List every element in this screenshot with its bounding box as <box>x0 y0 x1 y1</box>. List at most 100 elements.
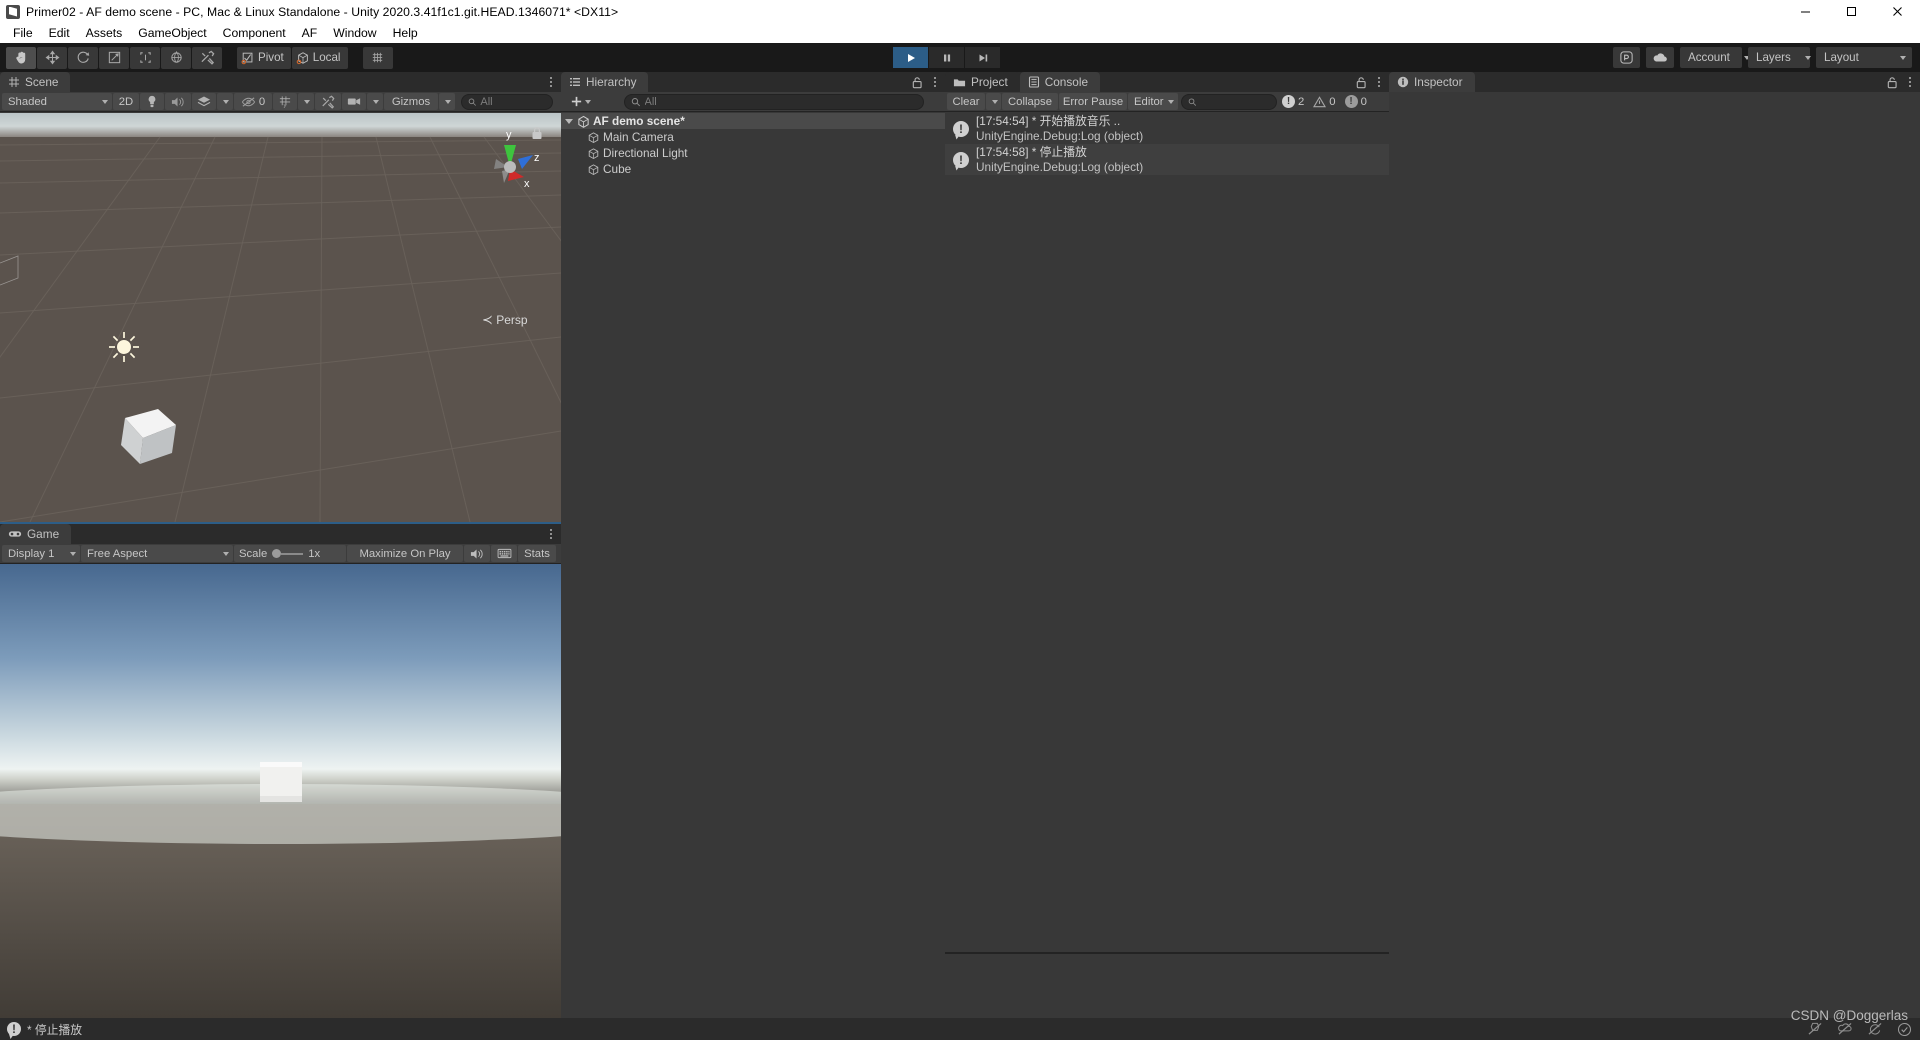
menu-component[interactable]: Component <box>215 24 294 42</box>
scale-slider-handle[interactable] <box>272 549 282 558</box>
mute-audio-button[interactable] <box>464 545 490 562</box>
hierarchy-search-input[interactable] <box>624 93 924 110</box>
check-circle-icon[interactable] <box>1897 1022 1912 1037</box>
auto-refresh-off-icon[interactable] <box>1867 1022 1883 1036</box>
menu-edit[interactable]: Edit <box>41 24 78 42</box>
hierarchy-panel-menu-button[interactable] <box>929 77 941 87</box>
hierarchy-item-directional-light[interactable]: Directional Light <box>561 145 945 161</box>
aspect-dropdown[interactable]: Free Aspect <box>81 545 233 562</box>
scene-grid-button[interactable]: y <box>273 93 297 110</box>
gizmo-lock-icon[interactable] <box>530 126 544 141</box>
hierarchy-scene-row[interactable]: AF demo scene* <box>561 113 945 129</box>
console-entries-list[interactable]: [17:54:54] * 开始播放音乐 .. UnityEngine.Debug… <box>945 113 1389 1026</box>
tab-project[interactable]: Project <box>945 72 1020 92</box>
projection-label[interactable]: ≺ Persp <box>482 312 528 328</box>
menu-af[interactable]: AF <box>294 24 326 42</box>
scene-lighting-button[interactable] <box>140 93 164 110</box>
menu-assets[interactable]: Assets <box>78 24 131 42</box>
console-entry[interactable]: [17:54:58] * 停止播放 UnityEngine.Debug:Log … <box>945 144 1389 175</box>
transform-tool-button[interactable] <box>161 46 191 69</box>
console-editor-dropdown[interactable]: Editor <box>1128 93 1178 110</box>
hierarchy-item-main-camera[interactable]: Main Camera <box>561 129 945 145</box>
gizmos-dropdown[interactable] <box>439 93 455 110</box>
stats-button[interactable]: Stats <box>518 545 556 562</box>
console-error-pause-button[interactable]: Error Pause <box>1059 93 1127 110</box>
auto-generate-lighting-off-icon[interactable] <box>1807 1022 1823 1036</box>
pause-button[interactable] <box>929 47 964 68</box>
hierarchy-add-button[interactable] <box>563 93 597 110</box>
tab-hierarchy[interactable]: Hierarchy <box>561 72 649 92</box>
menu-window[interactable]: Window <box>325 24 384 42</box>
step-button[interactable] <box>965 47 1000 68</box>
account-dropdown[interactable]: Account <box>1680 47 1750 68</box>
tab-game[interactable]: Game <box>0 524 72 544</box>
toggle-2d-button[interactable]: 2D <box>113 93 139 110</box>
status-bar[interactable]: * 停止播放 <box>0 1018 1920 1040</box>
scene-fx-button[interactable] <box>192 93 216 110</box>
scale-slider[interactable]: Scale 1x <box>234 545 346 562</box>
console-error-counter[interactable]: ! 2 <box>1278 93 1308 110</box>
play-button[interactable] <box>893 47 928 68</box>
tab-console[interactable]: Console <box>1019 72 1101 92</box>
console-warning-counter[interactable]: 0 <box>1309 93 1339 110</box>
display-dropdown[interactable]: Display 1 <box>2 545 80 562</box>
console-entry[interactable]: [17:54:54] * 开始播放音乐 .. UnityEngine.Debug… <box>945 113 1389 144</box>
inspector-panel-menu-button[interactable] <box>1904 77 1916 87</box>
scene-camera-dropdown[interactable] <box>367 93 383 110</box>
gizmos-button[interactable]: Gizmos <box>384 93 438 110</box>
maximize-on-play-button[interactable]: Maximize On Play <box>347 545 463 562</box>
game-gizmos-button[interactable] <box>491 545 517 562</box>
minimize-button[interactable] <box>1782 0 1828 23</box>
scene-fx-dropdown[interactable] <box>217 93 233 110</box>
game-panel-menu-button[interactable] <box>545 529 557 539</box>
scene-audio-button[interactable] <box>165 93 191 110</box>
lock-icon[interactable] <box>1886 76 1898 89</box>
lock-icon[interactable] <box>911 76 923 89</box>
collab-button[interactable] <box>1613 47 1640 68</box>
tab-inspector[interactable]: Inspector <box>1389 72 1475 92</box>
draw-mode-dropdown[interactable]: Shaded <box>2 93 112 110</box>
scene-panel-menu-button[interactable] <box>545 77 557 87</box>
close-button[interactable] <box>1874 0 1920 23</box>
hierarchy-item-cube[interactable]: Cube <box>561 161 945 177</box>
menu-gameobject[interactable]: GameObject <box>130 24 214 42</box>
cloud-icon <box>1653 53 1667 62</box>
scene-component-tools-button[interactable] <box>315 93 341 110</box>
menu-file[interactable]: File <box>5 24 41 42</box>
pivot-toggle-button[interactable]: Pivot <box>237 46 291 69</box>
lock-icon[interactable] <box>1355 76 1367 89</box>
scene-camera-button[interactable] <box>342 93 366 110</box>
console-collapse-button[interactable]: Collapse <box>1002 93 1058 110</box>
move-tool-button[interactable] <box>37 46 67 69</box>
console-panel-menu-button[interactable] <box>1373 77 1385 87</box>
scene-search-field[interactable] <box>480 95 546 108</box>
rotate-tool-button[interactable] <box>68 46 98 69</box>
expand-triangle-icon[interactable] <box>565 118 573 124</box>
layout-dropdown[interactable]: Layout <box>1816 47 1912 68</box>
maximize-button[interactable] <box>1828 0 1874 23</box>
hand-tool-button[interactable] <box>6 46 36 69</box>
collab-status-icon[interactable] <box>1837 1022 1853 1036</box>
scene-search-input[interactable] <box>461 93 553 110</box>
console-clear-button[interactable]: Clear <box>947 93 985 110</box>
scene-grid-dropdown[interactable] <box>298 93 314 110</box>
log-entry-icon <box>953 120 969 137</box>
hierarchy-search-field[interactable] <box>644 95 917 108</box>
tab-scene[interactable]: Scene <box>0 72 71 92</box>
console-search-field[interactable] <box>1200 95 1270 108</box>
console-search-input[interactable] <box>1181 93 1277 110</box>
console-log-counter[interactable]: ! 0 <box>1341 93 1371 110</box>
chevron-down-icon <box>1900 55 1906 60</box>
rect-tool-button[interactable] <box>130 46 160 69</box>
custom-tool-button[interactable] <box>192 46 222 69</box>
console-clear-dropdown[interactable] <box>986 93 1001 110</box>
game-viewport[interactable] <box>0 564 561 1018</box>
handle-rotation-toggle-button[interactable]: Local <box>291 46 348 69</box>
cloud-button[interactable] <box>1646 47 1674 68</box>
scene-viewport[interactable]: y z x ≺ Persp <box>0 113 561 522</box>
scene-visibility-button[interactable]: 0 <box>234 93 272 110</box>
scale-tool-button[interactable] <box>99 46 129 69</box>
grid-snap-button[interactable] <box>362 46 393 69</box>
layers-dropdown[interactable]: Layers <box>1748 47 1811 68</box>
menu-help[interactable]: Help <box>385 24 426 42</box>
